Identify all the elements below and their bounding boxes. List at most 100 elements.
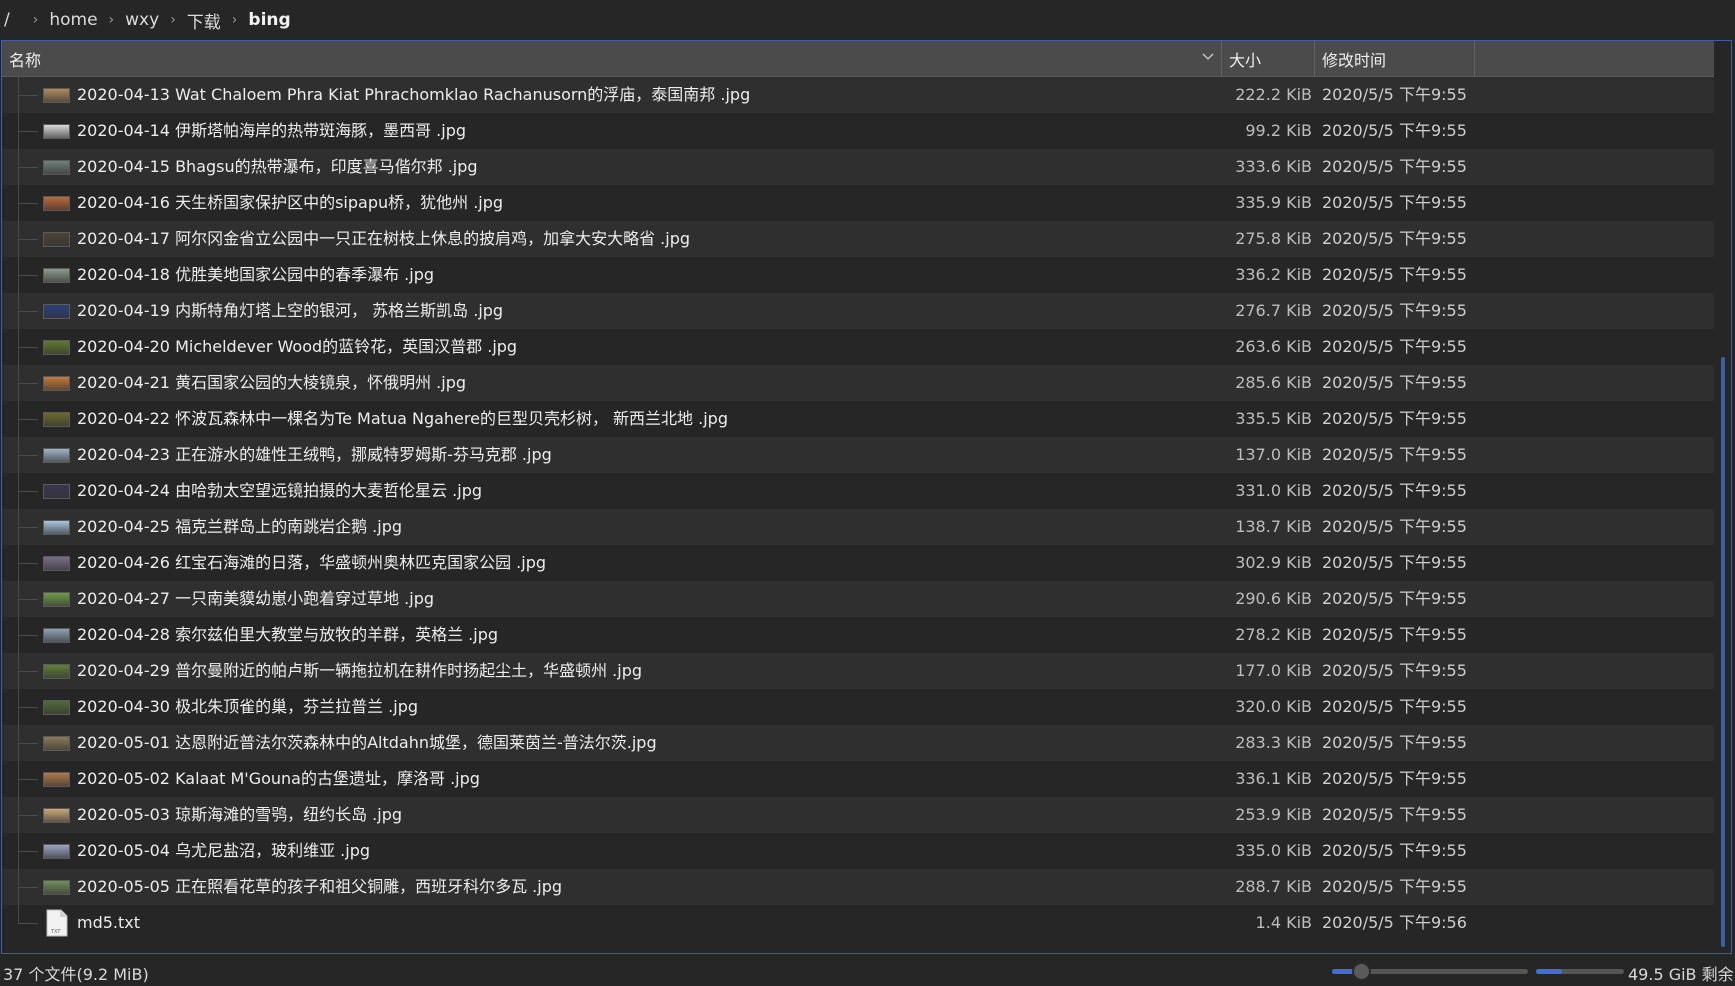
file-size: 263.6 KiB [1235,337,1312,356]
table-row[interactable]: 2020-05-05 正在照看花草的孩子和祖父铜雕，西班牙科尔多瓦 .jpg 28… [2,869,1714,905]
tree-branch [18,347,38,348]
zoom-slider[interactable] [1332,962,1528,981]
scrollbar-thumb[interactable] [1721,357,1725,947]
breadcrumb-wxy[interactable]: wxy [125,10,159,30]
table-row[interactable]: 2020-04-15 Bhagsu的热带瀑布，印度喜马偕尔邦 .jpg 333.6… [2,149,1714,185]
file-name: 2020-04-17 阿尔冈金省立公园中一只正在树枝上休息的披肩鸡，加拿大安大略… [77,229,691,248]
table-row[interactable]: 2020-04-16 天生桥国家保护区中的sipapu桥，犹他州 .jpg 335… [2,185,1714,221]
file-size: 1.4 KiB [1255,913,1312,932]
image-thumbnail-icon [43,664,70,679]
table-row[interactable]: 2020-05-01 达恩附近普法尔茨森林中的Altdahn城堡，德国莱茵兰-普… [2,725,1714,761]
table-row[interactable]: 2020-05-04 乌尤尼盐沼，玻利维亚 .jpg 335.0 KiB 2020/… [2,833,1714,869]
chevron-right-icon: › [170,12,176,28]
image-thumbnail-icon [43,412,70,427]
file-modified: 2020/5/5 下午9:55 [1322,373,1467,392]
file-size: 137.0 KiB [1235,445,1312,464]
file-name: 2020-05-04 乌尤尼盐沼，玻利维亚 .jpg [77,841,371,860]
tree-branch [18,167,38,168]
file-size: 333.6 KiB [1235,157,1312,176]
image-thumbnail-icon [43,808,70,823]
tree-branch [18,203,38,204]
tree-branch [18,275,38,276]
disk-usage-bar [1536,969,1624,974]
table-row[interactable]: 2020-05-02 Kalaat M'Gouna的古堡遗址，摩洛哥 .jpg 3… [2,761,1714,797]
image-thumbnail-icon [43,340,70,355]
table-row[interactable]: 2020-05-03 琼斯海滩的雪鸮，纽约长岛 .jpg 253.9 KiB 202… [2,797,1714,833]
file-size: 335.5 KiB [1235,409,1312,428]
image-thumbnail-icon [43,448,70,463]
file-name: 2020-04-27 一只南美貘幼崽小跑着穿过草地 .jpg [77,589,435,608]
file-modified: 2020/5/5 下午9:55 [1322,265,1467,284]
file-name: 2020-04-25 福克兰群岛上的南跳岩企鹅 .jpg [77,517,403,536]
table-row[interactable]: 2020-04-23 正在游水的雄性王绒鸭，挪威特罗姆斯-芬马克郡 .jpg 13… [2,437,1714,473]
breadcrumb-downloads[interactable]: 下载 [187,8,221,33]
file-list-view[interactable]: 名称 大小 修改时间 2020-04-13 Wat Chaloem Phra K… [1,40,1732,954]
tree-branch [18,671,38,672]
chevron-right-icon: › [231,12,238,28]
table-row[interactable]: 2020-04-29 普尔曼附近的帕卢斯一辆拖拉机在耕作时扬起尘土，华盛顿州 .… [2,653,1714,689]
image-thumbnail-icon [43,88,70,103]
breadcrumb-current[interactable]: bing [248,10,290,30]
column-modified[interactable]: 修改时间 [1315,41,1475,76]
zoom-slider-handle[interactable] [1352,962,1372,981]
table-row[interactable]: 2020-04-18 优胜美地国家公园中的春季瀑布 .jpg 336.2 KiB 2… [2,257,1714,293]
image-thumbnail-icon [43,232,70,247]
image-thumbnail-icon [43,844,70,859]
file-modified: 2020/5/5 下午9:55 [1322,445,1467,464]
file-name: 2020-04-18 优胜美地国家公园中的春季瀑布 .jpg [77,265,435,284]
file-count-summary: 37 个文件(9.2 MiB) [3,965,149,984]
file-modified: 2020/5/5 下午9:55 [1322,733,1467,752]
file-size: 335.9 KiB [1235,193,1312,212]
table-row[interactable]: 2020-04-30 极北朱顶雀的巢，芬兰拉普兰 .jpg 320.0 KiB 20… [2,689,1714,725]
column-name[interactable]: 名称 [2,41,1222,76]
tree-branch [18,887,38,888]
file-size: 288.7 KiB [1235,877,1312,896]
file-name: 2020-04-30 极北朱顶雀的巢，芬兰拉普兰 .jpg [77,697,419,716]
tree-branch [18,635,38,636]
image-thumbnail-icon [43,376,70,391]
file-modified: 2020/5/5 下午9:55 [1322,121,1467,140]
tree-branch [18,491,38,492]
file-size: 290.6 KiB [1235,589,1312,608]
file-name: 2020-04-20 Micheldever Wood的蓝铃花，英国汉普郡 .j… [77,337,518,356]
file-rows: 2020-04-13 Wat Chaloem Phra Kiat Phracho… [2,77,1714,941]
table-row[interactable]: 2020-04-24 由哈勃太空望远镜拍摄的大麦哲伦星云 .jpg 331.0 K… [2,473,1714,509]
tree-branch [18,383,38,384]
table-row[interactable]: 2020-04-19 内斯特角灯塔上空的银河， 苏格兰斯凯岛 .jpg 276.7… [2,293,1714,329]
image-thumbnail-icon [43,484,70,499]
tree-line [18,905,19,923]
table-row[interactable]: TXT md5.txt 1.4 KiB 2020/5/5 下午9:56 [2,905,1714,941]
image-thumbnail-icon [43,592,70,607]
chevron-down-icon[interactable] [1201,50,1215,64]
column-header: 名称 大小 修改时间 [2,41,1714,77]
column-size[interactable]: 大小 [1222,41,1315,76]
file-modified: 2020/5/5 下午9:55 [1322,805,1467,824]
file-size: 275.8 KiB [1235,229,1312,248]
tree-branch [18,527,38,528]
file-name: 2020-04-21 黄石国家公园的大棱镜泉，怀俄明州 .jpg [77,373,467,392]
table-row[interactable]: 2020-04-17 阿尔冈金省立公园中一只正在树枝上休息的披肩鸡，加拿大安大略… [2,221,1714,257]
text-file-icon: TXT [46,909,68,937]
file-size: 177.0 KiB [1235,661,1312,680]
file-modified: 2020/5/5 下午9:55 [1322,625,1467,644]
table-row[interactable]: 2020-04-22 怀波瓦森林中一棵名为Te Matua Ngahere的巨型… [2,401,1714,437]
table-row[interactable]: 2020-04-27 一只南美貘幼崽小跑着穿过草地 .jpg 290.6 KiB 2… [2,581,1714,617]
file-name: 2020-04-22 怀波瓦森林中一棵名为Te Matua Ngahere的巨型… [77,409,728,428]
table-row[interactable]: 2020-04-26 红宝石海滩的日落，华盛顿州奥林匹克国家公园 .jpg 302… [2,545,1714,581]
file-modified: 2020/5/5 下午9:55 [1322,85,1467,104]
svg-text:TXT: TXT [50,929,61,935]
table-row[interactable]: 2020-04-21 黄石国家公园的大棱镜泉，怀俄明州 .jpg 285.6 Ki… [2,365,1714,401]
file-modified: 2020/5/5 下午9:55 [1322,589,1467,608]
table-row[interactable]: 2020-04-20 Micheldever Wood的蓝铃花，英国汉普郡 .j… [2,329,1714,365]
file-modified: 2020/5/5 下午9:55 [1322,841,1467,860]
table-row[interactable]: 2020-04-28 索尔兹伯里大教堂与放牧的羊群，英格兰 .jpg 278.2 … [2,617,1714,653]
table-row[interactable]: 2020-04-14 伊斯塔帕海岸的热带斑海豚，墨西哥 .jpg 99.2 KiB… [2,113,1714,149]
table-row[interactable]: 2020-04-13 Wat Chaloem Phra Kiat Phracho… [2,77,1714,113]
image-thumbnail-icon [43,520,70,535]
breadcrumb-root[interactable]: / [4,10,10,30]
breadcrumb-home[interactable]: home [49,10,97,30]
image-thumbnail-icon [43,304,70,319]
file-modified: 2020/5/5 下午9:55 [1322,877,1467,896]
image-thumbnail-icon [43,160,70,175]
table-row[interactable]: 2020-04-25 福克兰群岛上的南跳岩企鹅 .jpg 138.7 KiB 202… [2,509,1714,545]
